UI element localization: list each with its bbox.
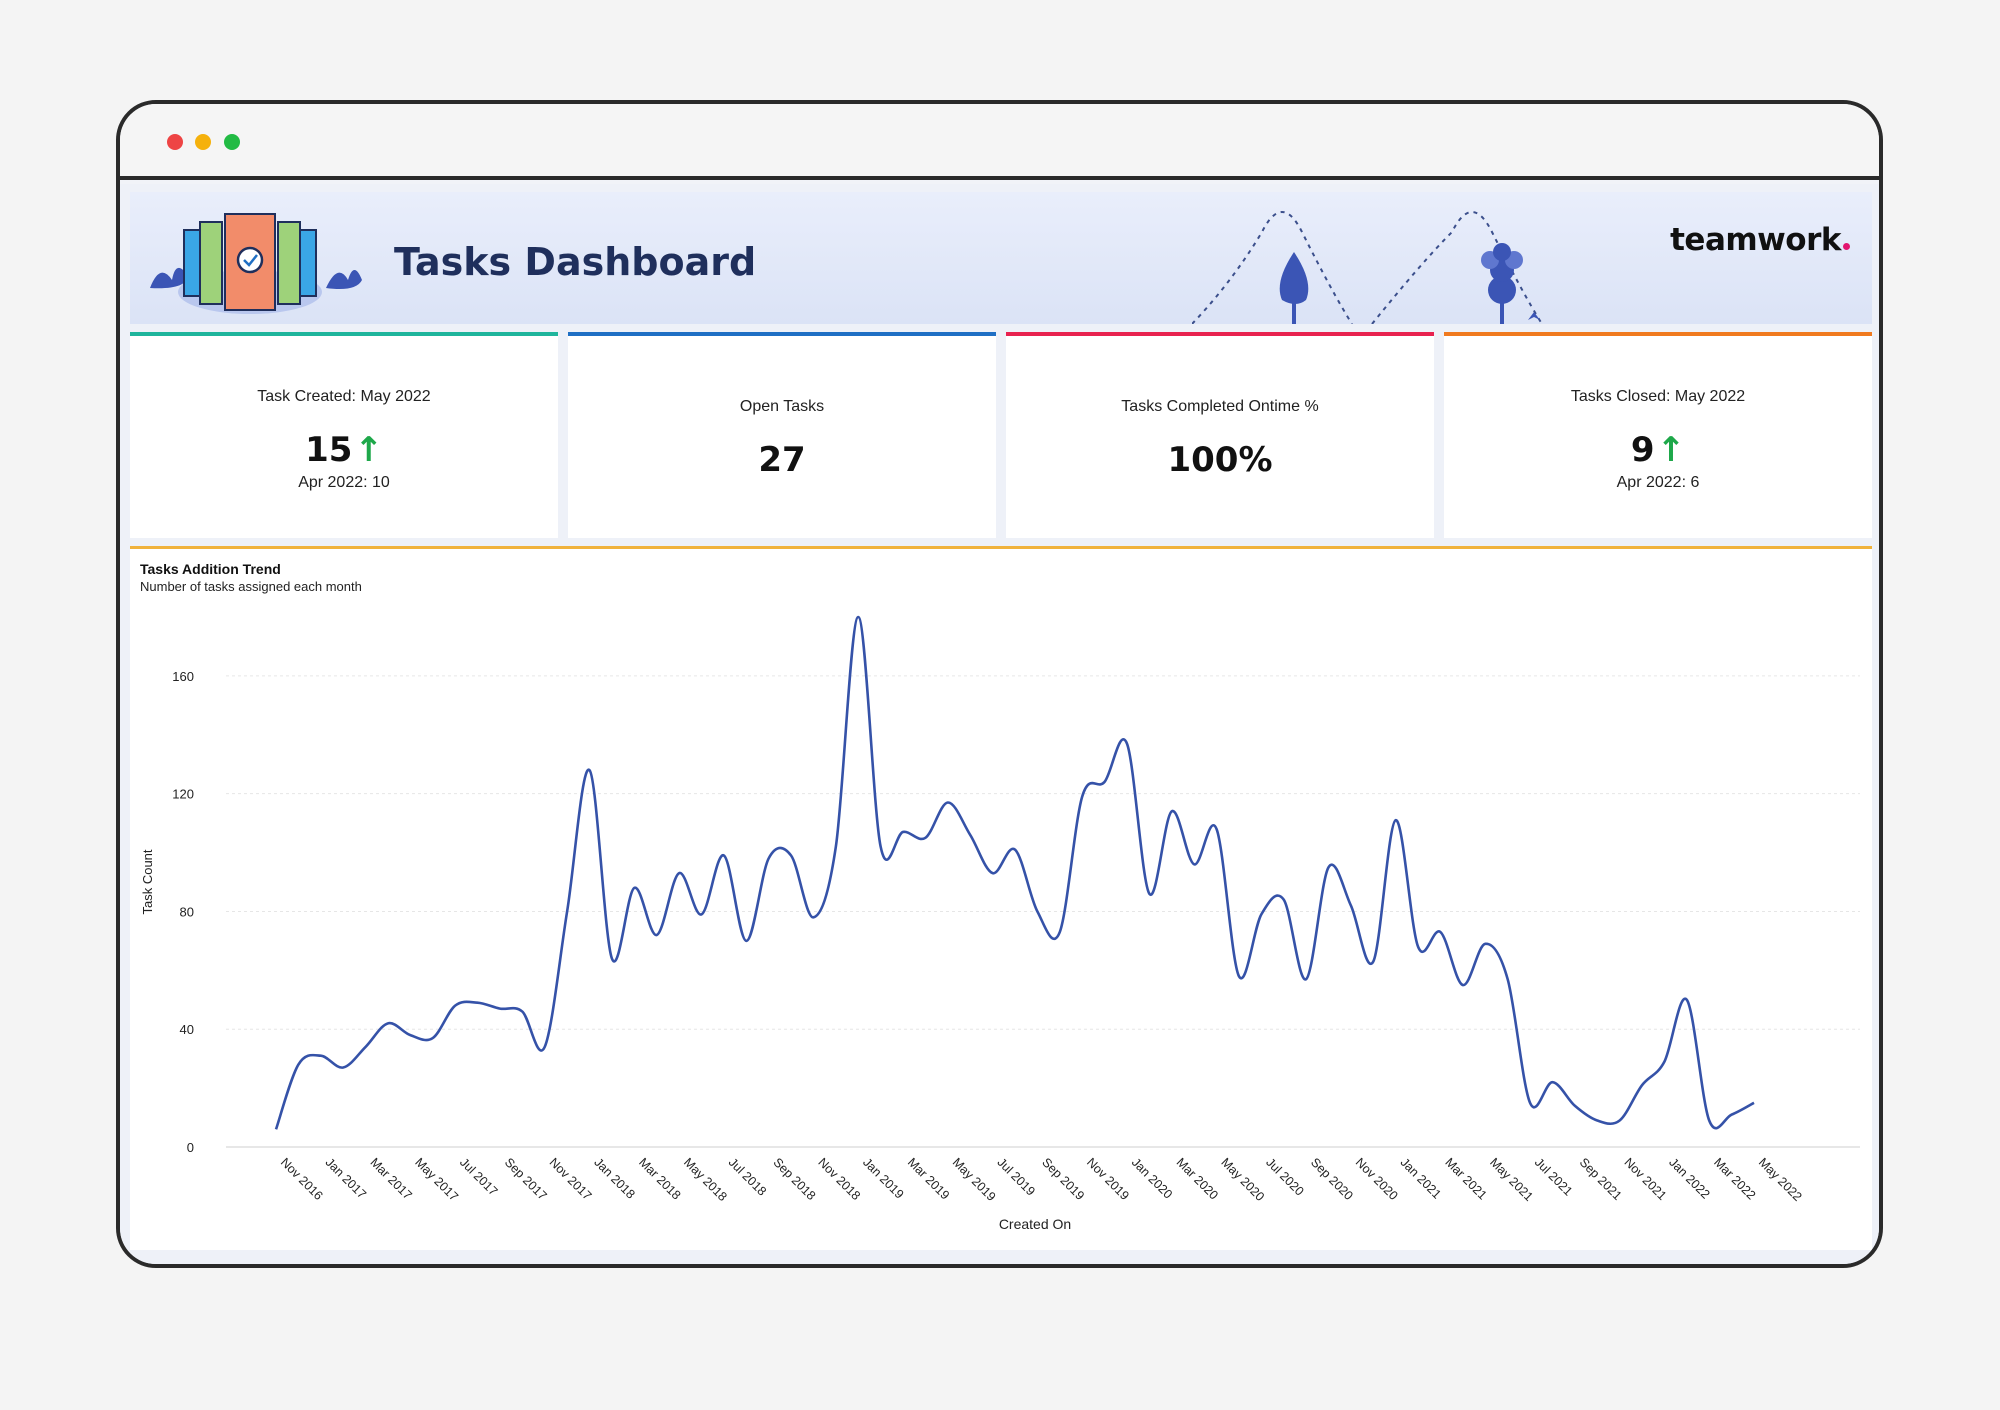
- x-tick-label: Sep 2018: [771, 1155, 819, 1203]
- kpi-row: Task Created: May 2022 15↑ Apr 2022: 10 …: [130, 332, 1872, 538]
- x-tick-label: Jan 2020: [1129, 1155, 1175, 1201]
- task-board-illustration: [150, 213, 362, 314]
- x-tick-label: Mar 2021: [1442, 1155, 1489, 1202]
- kpi-comparison: Apr 2022: 6: [1616, 474, 1700, 491]
- kpi-card-tasks-created: Task Created: May 2022 15↑ Apr 2022: 10: [130, 332, 558, 538]
- kpi-label: Tasks Completed Ontime %: [1121, 398, 1319, 415]
- x-tick-label: Mar 2018: [636, 1155, 683, 1202]
- y-tick-label: 80: [180, 904, 194, 919]
- x-tick-label: Sep 2017: [502, 1155, 550, 1203]
- kpi-card-tasks-closed: Tasks Closed: May 2022 9↑ Apr 2022: 6: [1444, 332, 1872, 538]
- window-titlebar: [120, 104, 1879, 180]
- x-tick-label: May 2021: [1487, 1155, 1536, 1204]
- x-tick-label: May 2017: [412, 1155, 461, 1204]
- page-title: Tasks Dashboard: [394, 240, 757, 284]
- chart-subtitle: Number of tasks assigned each month: [140, 579, 362, 594]
- chart-title: Tasks Addition Trend: [140, 561, 281, 577]
- x-tick-label: Jul 2020: [1263, 1155, 1306, 1198]
- x-tick-label: Mar 2019: [905, 1155, 952, 1202]
- x-tick-label: Nov 2021: [1622, 1155, 1670, 1203]
- x-tick-label: Jan 2021: [1398, 1155, 1444, 1201]
- x-tick-label: Jan 2022: [1666, 1155, 1712, 1201]
- x-tick-label: May 2020: [1218, 1155, 1267, 1204]
- kpi-label: Tasks Closed: May 2022: [1570, 388, 1746, 405]
- brand-dot: [1843, 243, 1850, 250]
- x-tick-label: Mar 2020: [1174, 1155, 1221, 1202]
- x-tick-label: Mar 2022: [1711, 1155, 1758, 1202]
- trend-up-icon: ↑: [1656, 430, 1686, 470]
- x-tick-label: Nov 2018: [815, 1155, 863, 1203]
- y-tick-label: 40: [180, 1022, 194, 1037]
- x-tick-label: Sep 2020: [1308, 1155, 1356, 1203]
- dashboard-content: Tasks Dashboard teamwork Task Created: M…: [120, 184, 1879, 1264]
- x-tick-label: Mar 2017: [367, 1155, 414, 1202]
- browser-window: Tasks Dashboard teamwork Task Created: M…: [116, 100, 1883, 1268]
- kpi-value: 100%: [1167, 440, 1273, 480]
- x-tick-label: Nov 2017: [547, 1155, 595, 1203]
- x-tick-label: Jul 2018: [726, 1155, 769, 1198]
- x-tick-label: Nov 2016: [278, 1155, 326, 1203]
- x-tick-label: Jul 2021: [1532, 1155, 1575, 1198]
- kpi-value: 27: [758, 440, 806, 480]
- x-tick-label: Nov 2020: [1353, 1155, 1401, 1203]
- x-tick-label: Jul 2019: [994, 1155, 1037, 1198]
- brand-logo[interactable]: teamwork: [1670, 222, 1850, 258]
- kpi-card-completed-ontime: Tasks Completed Ontime % 100%: [1006, 332, 1434, 538]
- dashboard-banner: Tasks Dashboard teamwork: [130, 192, 1872, 324]
- kpi-value: 9↑: [1630, 430, 1686, 470]
- tasks-trend-chart: 04080120160Nov 2016Jan 2017Mar 2017May 2…: [140, 615, 1860, 1232]
- kpi-comparison: Apr 2022: 10: [298, 474, 390, 491]
- y-tick-label: 120: [172, 787, 194, 802]
- x-tick-label: May 2018: [681, 1155, 730, 1204]
- kpi-label: Task Created: May 2022: [257, 388, 431, 405]
- trees-decoration: [1192, 211, 1543, 324]
- x-tick-label: Jan 2018: [591, 1155, 637, 1201]
- x-tick-label: May 2019: [950, 1155, 999, 1204]
- minimize-window-button[interactable]: [195, 134, 211, 150]
- trend-up-icon: ↑: [354, 430, 383, 470]
- close-window-button[interactable]: [167, 134, 183, 150]
- x-tick-label: May 2022: [1756, 1155, 1805, 1204]
- x-tick-label: Sep 2021: [1577, 1155, 1625, 1203]
- tasks-addition-trend-panel: 0 40 80 120 160 Nov 2016 Jan 2017 Mar 2017 May 2…: [130, 546, 1872, 1250]
- x-tick-label: Jan 2017: [323, 1155, 369, 1201]
- x-axis-title: Created On: [999, 1216, 1071, 1232]
- y-tick-label: 160: [172, 669, 194, 684]
- maximize-window-button[interactable]: [224, 134, 240, 150]
- x-tick-label: Sep 2019: [1039, 1155, 1087, 1203]
- x-tick-label: Nov 2019: [1084, 1155, 1132, 1203]
- y-tick-label: 0: [187, 1140, 194, 1155]
- kpi-card-open-tasks: Open Tasks 27: [568, 332, 996, 538]
- y-axis-title: Task Count: [140, 849, 155, 914]
- kpi-value: 15↑: [305, 430, 383, 470]
- x-tick-label: Jan 2019: [860, 1155, 906, 1201]
- task-count-series-line: [274, 615, 1755, 1130]
- kpi-label: Open Tasks: [739, 398, 825, 415]
- x-tick-label: Jul 2017: [457, 1155, 500, 1198]
